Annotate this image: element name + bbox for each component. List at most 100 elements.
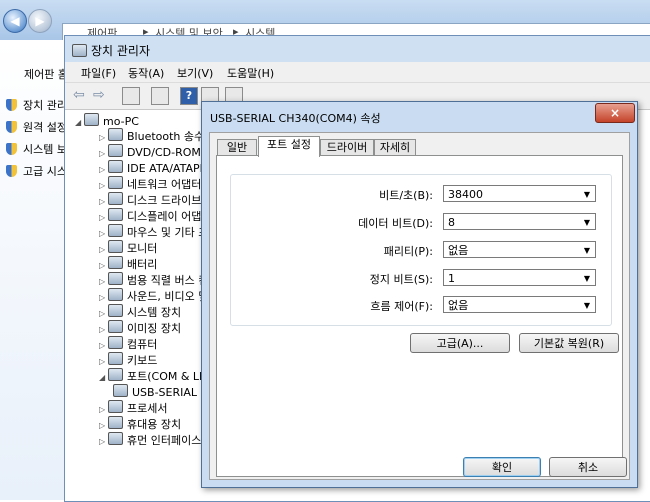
data-bits-select[interactable]: 8 ▼ [443, 213, 596, 230]
dropdown-arrow-icon: ▼ [583, 246, 590, 255]
tree-item-label: 배터리 [127, 258, 158, 271]
expand-icon[interactable]: ▷ [99, 341, 108, 350]
expand-icon[interactable]: ▷ [99, 149, 108, 158]
tree-category[interactable]: ▷ 시스템 장치 [99, 304, 181, 319]
tab-port-settings[interactable]: 포트 설정 [258, 136, 320, 157]
expand-icon[interactable]: ▷ [99, 309, 108, 318]
processor-icon [108, 400, 123, 413]
tree-category[interactable]: ▷ 배터리 [99, 256, 157, 271]
disk-drive-icon [108, 192, 123, 205]
control-panel-titlebar: ◀ ▶ 제어판 ▸ 시스템 및 보안 ▸ 시스템 [0, 0, 650, 41]
expand-icon[interactable]: ▷ [99, 213, 108, 222]
parity-label: 패리티(P): [383, 245, 433, 258]
stop-bits-value: 1 [448, 272, 455, 285]
flow-control-value: 없음 [448, 299, 469, 312]
tree-item-label: 이미징 장치 [127, 322, 182, 335]
expand-icon[interactable]: ▷ [99, 197, 108, 206]
menu-help[interactable]: 도움말(H) [227, 65, 274, 81]
tree-item-label: 디스크 드라이브 [127, 194, 202, 207]
expand-icon[interactable]: ▷ [99, 325, 108, 334]
tree-item-label: 휴대용 장치 [127, 418, 182, 431]
keyboard-icon [108, 352, 123, 365]
collapse-icon[interactable]: ◢ [99, 373, 108, 382]
tree-category[interactable]: ◢ 포트(COM & LPT) [99, 368, 217, 383]
tree-category[interactable]: ▷ 디스플레이 어댑터 [99, 208, 211, 223]
imaging-device-icon [108, 320, 123, 333]
tree-category[interactable]: ▷ 키보드 [99, 352, 157, 367]
menu-action[interactable]: 동작(A) [128, 65, 164, 81]
sidebar-item-label: 원격 설정 [23, 121, 67, 134]
expand-icon[interactable]: ▷ [99, 437, 108, 446]
tree-category[interactable]: ▷ 디스크 드라이브 [99, 192, 201, 207]
baud-rate-value: 38400 [448, 188, 483, 201]
tree-item-label: 디스플레이 어댑터 [127, 210, 212, 223]
tree-root[interactable]: ◢ mo-PC [75, 113, 139, 128]
tree-category[interactable]: ▷ 휴대용 장치 [99, 416, 181, 431]
restore-defaults-button[interactable]: 기본값 복원(R) [519, 333, 619, 353]
tree-category[interactable]: ▷ 컴퓨터 [99, 336, 157, 351]
expand-icon[interactable]: ▷ [99, 293, 108, 302]
tree-category[interactable]: ▷ 모니터 [99, 240, 157, 255]
dropdown-arrow-icon: ▼ [583, 190, 590, 199]
help-icon[interactable]: ? [180, 87, 198, 105]
expand-icon[interactable]: ▷ [99, 181, 108, 190]
shield-icon [6, 121, 17, 133]
tree-item-label: 네트워크 어댑터 [127, 178, 202, 191]
ok-button[interactable]: 확인 [463, 457, 541, 477]
tree-category[interactable]: ▷ 프로세서 [99, 400, 167, 415]
expand-icon[interactable]: ▷ [99, 405, 108, 414]
device-manager-titlebar[interactable]: 장치 관리자 [65, 36, 650, 62]
port-settings-group: 비트/초(B): 38400 ▼ 데이터 비트(D): 8 ▼ 패리티(P): 없음… [230, 174, 612, 326]
properties-dialog: USB-SERIAL CH340(COM4) 속성 × 일반 포트 설정 드라이… [201, 101, 638, 488]
computer-icon [84, 113, 99, 126]
back-button[interactable]: ◀ [3, 9, 27, 33]
stop-bits-select[interactable]: 1 ▼ [443, 269, 596, 286]
forward-button[interactable]: ▶ [28, 9, 52, 33]
tree-category[interactable]: ▷ 네트워크 어댑터 [99, 176, 201, 191]
port-settings-panel: 비트/초(B): 38400 ▼ 데이터 비트(D): 8 ▼ 패리티(P): 없음… [216, 155, 623, 477]
expand-icon[interactable]: ▷ [99, 133, 108, 142]
tab-driver[interactable]: 드라이버 [320, 139, 374, 156]
dropdown-arrow-icon: ▼ [583, 274, 590, 283]
tree-view-icon[interactable] [122, 87, 140, 105]
flow-control-select[interactable]: 없음 ▼ [443, 296, 596, 313]
sidebar-item-remote-settings[interactable]: 원격 설정 [6, 119, 67, 135]
port-icon [108, 368, 123, 381]
parity-select[interactable]: 없음 ▼ [443, 241, 596, 258]
expand-icon[interactable]: ▷ [99, 261, 108, 270]
baud-rate-select[interactable]: 38400 ▼ [443, 185, 596, 202]
advanced-button[interactable]: 고급(A)... [410, 333, 510, 353]
close-button[interactable]: × [595, 103, 635, 123]
menu-file[interactable]: 파일(F) [81, 65, 116, 81]
tab-general[interactable]: 일반 [217, 139, 257, 156]
tab-details[interactable]: 자세히 [374, 139, 416, 156]
collapse-icon[interactable]: ◢ [75, 118, 84, 127]
bluetooth-icon [108, 128, 123, 141]
cancel-button[interactable]: 취소 [549, 457, 627, 477]
back-arrow-icon[interactable]: ⇦ [73, 87, 85, 103]
portable-device-icon [108, 416, 123, 429]
tree-root-label: mo-PC [103, 115, 139, 128]
menu-bar: 파일(F) 동작(A) 보기(V) 도움말(H) [65, 62, 650, 83]
expand-icon[interactable]: ▷ [99, 357, 108, 366]
expand-icon[interactable]: ▷ [99, 245, 108, 254]
parity-value: 없음 [448, 244, 469, 257]
computer-icon [108, 336, 123, 349]
dropdown-arrow-icon: ▼ [583, 218, 590, 227]
dropdown-arrow-icon: ▼ [583, 301, 590, 310]
expand-icon[interactable]: ▷ [99, 277, 108, 286]
properties-icon[interactable] [151, 87, 169, 105]
back-arrow-icon: ◀ [10, 14, 20, 28]
usb-controller-icon [108, 272, 123, 285]
expand-icon[interactable]: ▷ [99, 165, 108, 174]
device-manager-app-icon [72, 44, 87, 57]
forward-arrow-icon[interactable]: ⇨ [93, 87, 105, 103]
menu-view[interactable]: 보기(V) [177, 65, 213, 81]
sidebar-heading[interactable]: 제어판 홈 [24, 66, 68, 82]
expand-icon[interactable]: ▷ [99, 421, 108, 430]
expand-icon[interactable]: ▷ [99, 229, 108, 238]
shield-icon [6, 143, 17, 155]
tree-item-label: 키보드 [127, 354, 158, 367]
port-icon [113, 384, 128, 397]
tree-category[interactable]: ▷ 이미징 장치 [99, 320, 181, 335]
